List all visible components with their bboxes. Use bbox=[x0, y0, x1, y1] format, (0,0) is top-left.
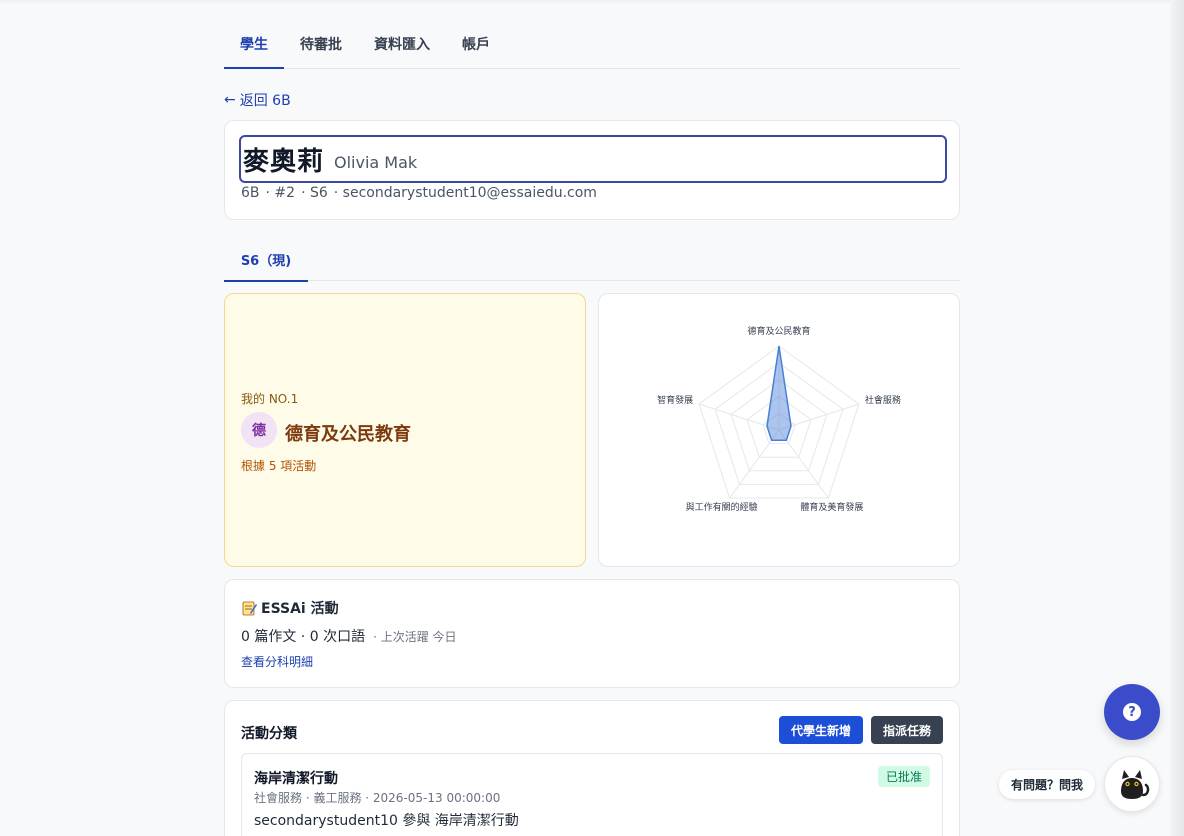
student-name-english: Olivia Mak bbox=[334, 152, 418, 172]
student-name-field[interactable]: 麥奧莉 Olivia Mak bbox=[239, 135, 947, 183]
ask-me-bubble[interactable]: 有問題？問我 bbox=[999, 770, 1096, 799]
student-meta: 6B · #2 · S6 · secondarystudent10@essaie… bbox=[241, 185, 597, 201]
arrow-left-icon: ← bbox=[224, 92, 236, 108]
activities-title: 活動分類 bbox=[241, 726, 297, 742]
top-category-label: 我的 NO.1 bbox=[241, 392, 299, 406]
radar-chart: 德育及公民教育社會服務體育及美育發展 與工作有關的經驗 智育發展 bbox=[657, 325, 901, 513]
tab-pending-approval[interactable]: 待審批 bbox=[284, 34, 358, 68]
essai-activity-card: ESSAi 活動 0 篇作文 · 0 次口語 · 上次活躍 今日 查看分科明細 bbox=[224, 579, 960, 688]
main-container: 學生 待審批 資料匯入 帳戶 ← 返回 6B 麥奧莉 Olivia Mak 6B… bbox=[224, 0, 960, 836]
radar-chart-card: 德育及公民教育社會服務體育及美育發展 與工作有關的經驗 智育發展 bbox=[598, 293, 960, 567]
radar-axis-label: 與工作有關的經驗 bbox=[686, 501, 758, 513]
activity-description: secondarystudent10 參與 海岸清潔行動 bbox=[254, 813, 519, 829]
back-link-label: 返回 6B bbox=[239, 93, 291, 109]
assistant-button[interactable] bbox=[1104, 756, 1160, 812]
radar-axis-label: 智育發展 bbox=[657, 394, 693, 406]
tab-accounts[interactable]: 帳戶 bbox=[446, 34, 506, 68]
student-name-chinese: 麥奧莉 bbox=[243, 146, 325, 177]
radar-axis-label: 體育及美育發展 bbox=[800, 501, 863, 513]
student-email: · secondarystudent10@essaiedu.com bbox=[333, 185, 597, 201]
top-category-card: 我的 NO.1 德 德育及公民教育 根據 5 項活動 bbox=[224, 293, 586, 567]
back-link[interactable]: ← 返回 6B bbox=[224, 90, 291, 110]
assign-task-button[interactable]: 指派任務 bbox=[871, 716, 943, 744]
subject-breakdown-link[interactable]: 查看分科明細 bbox=[241, 653, 313, 670]
radar-data-area bbox=[766, 345, 792, 441]
student-form: · S6 bbox=[301, 185, 328, 201]
help-button[interactable]: ? bbox=[1104, 684, 1160, 740]
essai-title: ESSAi 活動 bbox=[241, 598, 339, 618]
question-icon: ? bbox=[1123, 703, 1141, 721]
essai-title-label: ESSAi 活動 bbox=[261, 601, 339, 617]
student-class: 6B bbox=[241, 185, 260, 201]
activity-item[interactable]: 海岸清潔行動 已批准 社會服務 · 義工服務 · 2026-05-13 00:0… bbox=[241, 753, 943, 836]
top-category-title: 德育及公民教育 bbox=[285, 424, 411, 445]
top-nav: 學生 待審批 資料匯入 帳戶 bbox=[224, 0, 960, 69]
cat-icon bbox=[1121, 770, 1150, 799]
scrollbar-track[interactable] bbox=[1170, 0, 1184, 836]
tab-students[interactable]: 學生 bbox=[224, 34, 284, 69]
activity-categories-card: 活動分類 代學生新增 指派任務 海岸清潔行動 已批准 社會服務 · 義工服務 ·… bbox=[224, 700, 960, 836]
top-category-basis: 根據 5 項活動 bbox=[241, 459, 317, 473]
essai-counts: 0 篇作文 · 0 次口語 bbox=[241, 629, 366, 645]
activity-meta: 社會服務 · 義工服務 · 2026-05-13 00:00:00 bbox=[254, 791, 501, 805]
status-badge: 已批准 bbox=[877, 766, 930, 787]
radar-axis-label: 德育及公民教育 bbox=[747, 325, 810, 337]
student-number: · #2 bbox=[265, 185, 296, 201]
year-tabs: S6（現) bbox=[224, 240, 960, 282]
student-profile-card: 麥奧莉 Olivia Mak 6B · #2 · S6 · secondarys… bbox=[224, 120, 960, 220]
tab-year-s6[interactable]: S6（現) bbox=[224, 240, 308, 282]
radar-axis-label: 社會服務 bbox=[865, 394, 901, 406]
activity-name: 海岸清潔行動 bbox=[254, 771, 338, 787]
memo-icon bbox=[242, 601, 257, 616]
add-for-student-button[interactable]: 代學生新增 bbox=[779, 716, 863, 744]
essai-last-active: · 上次活躍 今日 bbox=[373, 630, 457, 644]
category-badge: 德 bbox=[241, 412, 277, 448]
tab-data-import[interactable]: 資料匯入 bbox=[358, 34, 446, 68]
essai-stats: 0 篇作文 · 0 次口語 · 上次活躍 今日 bbox=[241, 626, 457, 646]
